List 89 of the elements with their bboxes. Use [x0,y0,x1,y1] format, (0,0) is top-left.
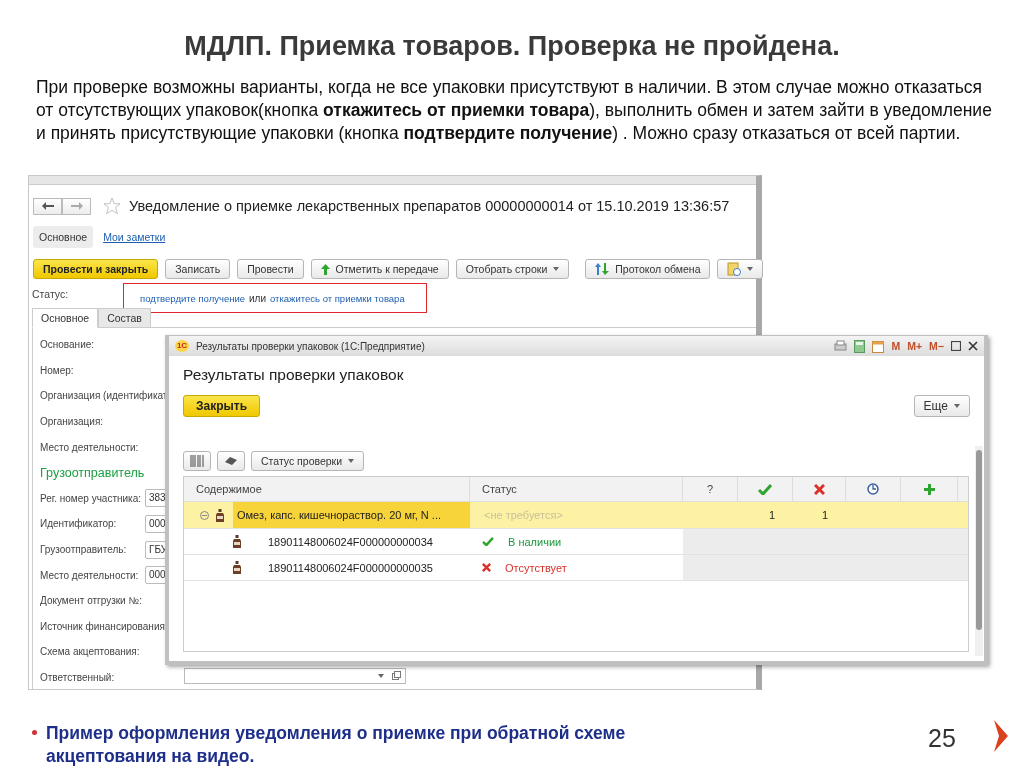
field-label: Место деятельности: [40,441,139,453]
close-icon[interactable] [968,341,978,351]
confirm-link[interactable]: подтвердите получение [140,292,245,304]
section-heading: Грузоотправитель [40,465,145,480]
up-arrow-icon [320,263,330,275]
column-header[interactable]: Статус [470,477,683,501]
app-logo: 1С [175,340,189,352]
field-label: Организация: [40,416,104,428]
post-and-close-button[interactable]: Провести и закрыть [33,259,159,279]
count-text: 1 [768,509,775,521]
close-button[interactable]: Закрыть [183,395,261,417]
toolbar-button[interactable]: Протокол обмена [585,259,711,279]
field-label: Номер: [40,364,74,376]
caret-icon [553,267,560,271]
back-arrow-icon [41,202,54,210]
table-row[interactable]: 18901148006024F000000000034 В наличии [184,529,968,555]
barcode-icon [190,455,204,467]
eraser-icon [224,456,238,466]
star-icon[interactable] [103,197,121,215]
select-field[interactable] [184,667,406,684]
content-text: 18901148006024F000000000035 [268,561,433,574]
conjunction-text: или [249,292,267,304]
open-form-icon [392,671,401,681]
caret-icon [747,267,754,271]
bullet-text: Пример оформления уведомления о приемке при обратной схеме акцептования на видео. [46,722,627,767]
field-label: Ответственный: [40,672,115,683]
maximize-icon[interactable] [951,341,961,351]
form-tab[interactable]: Состав [98,308,151,328]
column-header[interactable]: Содержимое [184,477,470,501]
dialog-heading: Результаты проверки упаковок [183,366,405,384]
memory-button[interactable]: M [891,340,901,352]
eraser-button[interactable] [217,451,245,471]
field-label: Документ отгрузки №: [40,595,142,607]
calendar-icon[interactable] [872,339,885,353]
field-label: Рег. номер участника: [40,492,142,504]
cross-icon [813,483,825,495]
toolbar-button[interactable]: Отметить к передаче [310,259,449,279]
status-text: Отсутствует [505,561,567,574]
toolbar-button[interactable]: Провести [237,259,304,279]
window-title: Уведомление о приемке лекарственных препаратов 00000000014 от 15.10.2019 13:36:57 [129,198,730,214]
page-number: 25 [928,724,956,753]
dropdown-button[interactable]: Отобрать строки [455,259,570,279]
field-label: Источник финансирования [40,620,165,632]
table-row[interactable]: 18901148006024F000000000035 Отсутствует [184,555,968,581]
report-menu-button[interactable] [717,259,764,279]
clock-icon [867,483,879,495]
plus-icon [923,483,935,495]
up-down-arrows-icon [595,263,610,275]
column-header[interactable]: ? [683,477,738,501]
content-text: Омез, капс. кишечнораствор. 20 мг, N ... [233,502,470,528]
caret-icon [348,459,355,463]
field-label: Место деятельности: [40,569,139,581]
field-label: Идентификатор: [40,518,117,530]
memory-button[interactable]: M− [929,340,944,352]
dropdown-button[interactable]: Статус проверки [251,451,365,471]
more-button[interactable]: Еще [913,395,970,417]
field-label: Грузоотправитель: [40,544,127,556]
field-label: Схема акцептования: [40,646,140,658]
slide-title: МДЛП. Приемка товаров. Проверка не пройдена. [183,30,841,62]
content-text: 18901148006024F000000000034 [268,535,433,548]
field-label: Основание: [40,339,95,351]
caret-icon [954,404,960,408]
barcode-button[interactable] [183,451,211,471]
dialog-title: Результаты проверки упаковок (1С:Предприятие) [196,340,425,352]
report-icon [727,262,742,276]
caret-icon [378,673,384,678]
memory-button[interactable]: M+ [907,340,923,352]
printer-icon[interactable] [834,340,848,352]
back-button[interactable] [33,197,62,215]
toolbar-button[interactable]: Записать [165,259,231,279]
refuse-link[interactable]: откажитесь от приемки товара [270,292,405,304]
bottle-icon [215,508,225,522]
section-tab[interactable]: Основное [33,226,94,248]
bottle-icon [232,535,242,548]
calculator-icon[interactable] [854,339,866,353]
collapse-icon[interactable] [200,510,209,520]
intro-paragraph: При проверке возможны варианты, когда не все упаковки присутствуют в наличии. В этом случае можно отказаться от отсутствующих упаковок(кнопка откажитесь от приемки товара), выполнить обмен и затем зайти в уведомление и принять присутствующие упаковки (кнопка подтвердите получение) . Можно сразу отказаться от всей партии. [36,76,993,145]
next-chevron-icon[interactable] [992,718,1010,754]
form-tab[interactable]: Основное [32,308,99,328]
status-label: Статус: [32,288,69,300]
status-text: В наличии [508,535,562,548]
bottle-icon [232,561,242,574]
forward-arrow-icon [70,202,83,210]
check-icon [758,483,772,495]
scrollbar[interactable] [975,446,983,656]
field-label: Организация (идентификат [40,390,168,402]
section-tab[interactable]: Мои заметки [97,226,172,248]
count-text: 1 [821,509,828,521]
bullet-icon [32,730,37,735]
